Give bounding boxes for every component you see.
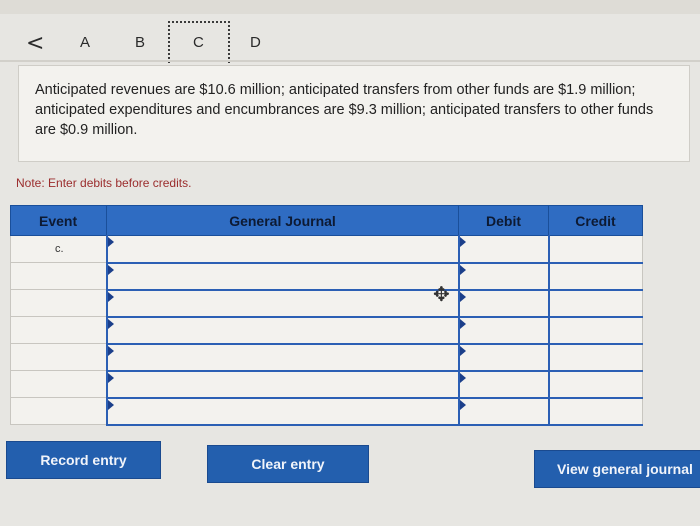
credit-cell[interactable]	[547, 343, 643, 372]
debit-cell[interactable]	[457, 397, 549, 426]
debit-cell[interactable]	[457, 343, 549, 372]
debit-cell[interactable]	[457, 235, 549, 264]
tab-a[interactable]: A	[80, 34, 90, 51]
column-header-credit: Credit	[548, 205, 643, 236]
view-general-journal-button[interactable]: View general journal	[534, 450, 700, 488]
credit-cell[interactable]	[547, 262, 643, 291]
table-row	[10, 343, 643, 372]
problem-panel: Anticipated revenues are $10.6 million; …	[18, 65, 690, 162]
debit-cell[interactable]	[457, 370, 549, 399]
credit-cell[interactable]	[547, 397, 643, 426]
column-header-general-journal: General Journal	[106, 205, 459, 236]
event-cell	[10, 343, 107, 371]
table-row	[10, 316, 643, 345]
table-row	[10, 397, 643, 426]
cell-pointer-icon	[107, 318, 114, 329]
cell-pointer-icon	[459, 264, 466, 275]
account-cell[interactable]	[105, 343, 459, 372]
table-row	[10, 262, 643, 291]
event-cell	[10, 289, 107, 317]
tab-c[interactable]: C	[193, 34, 204, 51]
cell-pointer-icon	[107, 345, 114, 356]
cell-pointer-icon	[459, 399, 466, 410]
instruction-note: Note: Enter debits before credits.	[16, 176, 192, 190]
credit-cell[interactable]	[547, 235, 643, 264]
credit-cell[interactable]	[547, 289, 643, 318]
cell-pointer-icon	[459, 345, 466, 356]
account-cell[interactable]	[105, 397, 459, 426]
credit-cell[interactable]	[547, 316, 643, 345]
cell-pointer-icon	[459, 372, 466, 383]
cell-pointer-icon	[107, 264, 114, 275]
header-divider	[0, 60, 700, 62]
event-cell-text: c.	[55, 243, 64, 255]
cell-pointer-icon	[107, 237, 114, 247]
debit-cell[interactable]	[457, 289, 549, 318]
table-header-row: Event General Journal Debit Credit	[10, 205, 643, 236]
event-cell	[10, 262, 107, 290]
clear-entry-button[interactable]: Clear entry	[207, 445, 369, 483]
record-entry-button[interactable]: Record entry	[6, 441, 161, 479]
table-row: c.	[10, 235, 643, 264]
tab-b[interactable]: B	[135, 34, 145, 51]
title-strip	[0, 0, 700, 14]
event-cell	[10, 370, 107, 398]
cell-pointer-icon	[107, 399, 114, 410]
cell-pointer-icon	[107, 372, 114, 383]
account-cell[interactable]	[105, 235, 459, 264]
problem-text: Anticipated revenues are $10.6 million; …	[35, 82, 654, 138]
journal-entry-table: Event General Journal Debit Credit c.	[10, 205, 643, 426]
event-cell	[10, 316, 107, 344]
credit-cell[interactable]	[547, 370, 643, 399]
cell-pointer-icon	[459, 291, 466, 302]
debit-cell[interactable]	[457, 262, 549, 291]
column-header-debit: Debit	[458, 205, 549, 236]
account-cell[interactable]	[105, 370, 459, 399]
cell-pointer-icon	[459, 318, 466, 329]
cell-pointer-icon	[459, 237, 466, 247]
event-cell	[10, 397, 107, 425]
cell-pointer-icon	[107, 291, 114, 302]
debit-cell[interactable]	[457, 316, 549, 345]
table-row	[10, 289, 643, 318]
account-cell[interactable]	[105, 316, 459, 345]
tab-d[interactable]: D	[250, 34, 261, 51]
column-header-event: Event	[10, 205, 107, 236]
account-cell[interactable]	[105, 289, 459, 318]
move-cursor-icon: ✥	[433, 282, 450, 306]
back-arrow-icon[interactable]: <	[26, 33, 44, 55]
account-cell[interactable]	[105, 262, 459, 291]
table-row	[10, 370, 643, 399]
event-cell: c.	[10, 235, 107, 263]
